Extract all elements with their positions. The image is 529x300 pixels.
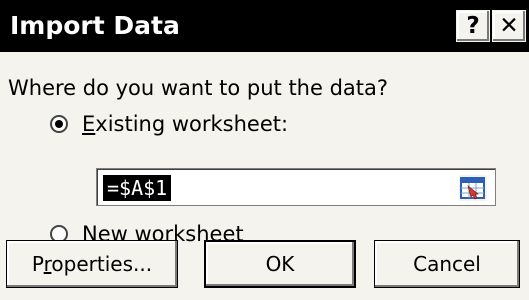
close-button[interactable]: ✕ <box>492 10 526 42</box>
range-input[interactable]: =$A$1 <box>96 168 496 206</box>
ok-button[interactable]: OK <box>204 240 356 288</box>
existing-worksheet-text: xisting worksheet: <box>95 112 289 136</box>
radio-selected-dot <box>55 120 63 128</box>
existing-worksheet-label: Existing worksheet: <box>82 112 288 136</box>
help-button[interactable]: ? <box>456 10 490 42</box>
existing-worksheet-radio[interactable] <box>50 115 68 133</box>
properties-button[interactable]: Properties... <box>6 240 178 288</box>
cancel-button[interactable]: Cancel <box>374 240 520 288</box>
existing-worksheet-accesskey: E <box>82 112 96 136</box>
placement-prompt: Where do you want to put the data? <box>8 76 389 100</box>
question-mark-icon: ? <box>466 13 480 39</box>
dialog-title: Import Data <box>10 11 180 40</box>
range-selector-button[interactable] <box>459 175 487 201</box>
title-bar[interactable]: Import Data ? ✕ <box>0 0 529 52</box>
range-value[interactable]: =$A$1 <box>103 175 172 201</box>
close-icon: ✕ <box>499 13 519 39</box>
existing-worksheet-option[interactable]: Existing worksheet: <box>50 112 288 136</box>
ok-label: OK <box>265 252 295 276</box>
properties-label-start: P <box>31 252 44 276</box>
import-data-dialog: Import Data ? ✕ Where do you want to put… <box>0 0 529 300</box>
cancel-label: Cancel <box>413 252 481 276</box>
properties-label-end: operties... <box>51 252 153 276</box>
range-selector-icon <box>460 177 485 200</box>
properties-label: Properties... <box>32 252 152 276</box>
